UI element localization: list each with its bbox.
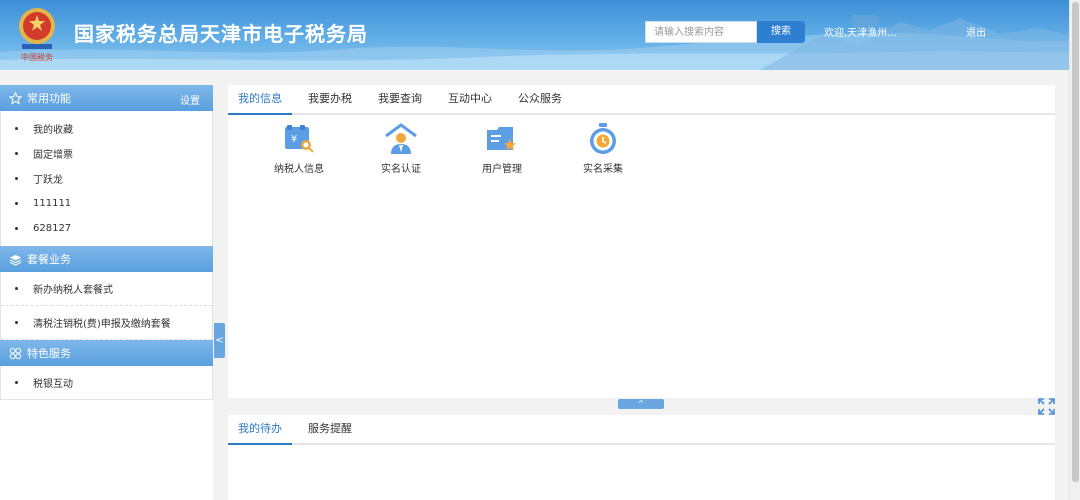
- real-name-auth-icon: [385, 123, 417, 154]
- main-info-panel: 我的信息 我要办税 我要查询 互动中心 公众服务 ¥ 纳税人信息 实名认证 用户…: [228, 85, 1055, 398]
- bullet-icon: [15, 152, 18, 155]
- top-banner: 中国税务 国家税务总局天津市电子税务局 搜索 欢迎,天津渔州... 退出: [0, 0, 1080, 70]
- sidebar-collapse-toggle[interactable]: <: [214, 323, 225, 358]
- package-business-header[interactable]: 套餐业务: [0, 246, 213, 272]
- fullscreen-expand-icon[interactable]: [1038, 398, 1055, 415]
- user-management-label: 用户管理: [482, 164, 522, 175]
- tab-query[interactable]: 我要查询: [368, 85, 432, 113]
- settings-link[interactable]: 设置: [180, 92, 200, 107]
- star-icon: [8, 91, 22, 105]
- package-business-title: 套餐业务: [27, 253, 71, 266]
- app-grid: ¥ 纳税人信息 实名认证 用户管理 实名采集: [228, 122, 1055, 182]
- taxpayer-info-app[interactable]: ¥ 纳税人信息: [264, 122, 334, 175]
- bullet-icon: [15, 321, 18, 324]
- tab-interaction-center[interactable]: 互动中心: [438, 85, 502, 113]
- logout-link[interactable]: 退出: [966, 24, 986, 39]
- list-item[interactable]: 丁跃龙: [1, 166, 212, 191]
- search-input[interactable]: [645, 21, 757, 43]
- common-functions-header: 常用功能 设置: [0, 85, 213, 111]
- taxpayer-info-icon: ¥: [285, 125, 314, 153]
- sidebar: 常用功能 设置 我的收藏 固定增票 丁跃龙 111111 628127 套餐业务…: [0, 85, 213, 500]
- list-item[interactable]: 我的收藏: [1, 116, 212, 141]
- grid-icon: [8, 346, 22, 360]
- bullet-icon: [15, 227, 18, 230]
- scrollbar-thumb[interactable]: [1072, 2, 1079, 482]
- taxpayer-info-label: 纳税人信息: [274, 164, 324, 175]
- welcome-user-text: 欢迎,天津渔州...: [824, 28, 897, 39]
- bottom-tab-bar: 我的待办 服务提醒: [228, 415, 1055, 445]
- main-tab-bar: 我的信息 我要办税 我要查询 互动中心 公众服务: [228, 85, 1055, 115]
- user-management-icon: [487, 127, 516, 151]
- bullet-icon: [15, 177, 18, 180]
- list-item[interactable]: 111111: [1, 191, 212, 216]
- layers-icon: [8, 252, 22, 266]
- bullet-icon: [15, 287, 18, 290]
- tab-my-todo[interactable]: 我的待办: [228, 415, 292, 445]
- real-name-auth-app[interactable]: 实名认证: [366, 122, 436, 175]
- special-services-list: 税银互动: [0, 366, 213, 400]
- tab-service-reminder[interactable]: 服务提醒: [298, 415, 362, 443]
- special-services-title: 特色服务: [27, 347, 71, 360]
- tab-public-service[interactable]: 公众服务: [508, 85, 572, 113]
- bullet-icon: [15, 381, 18, 384]
- user-management-app[interactable]: 用户管理: [467, 122, 537, 175]
- svg-text:¥: ¥: [291, 134, 297, 145]
- real-name-collect-icon: [590, 123, 616, 154]
- tax-emblem-logo: 中国税务: [19, 8, 55, 62]
- real-name-auth-label: 实名认证: [381, 164, 421, 175]
- bullet-icon: [15, 202, 18, 205]
- common-functions-title: 常用功能: [27, 92, 71, 105]
- bullet-icon: [15, 127, 18, 130]
- list-item[interactable]: 税银互动: [1, 366, 212, 400]
- list-item[interactable]: 固定增票: [1, 141, 212, 166]
- svg-text:中国税务: 中国税务: [21, 52, 53, 62]
- search-button[interactable]: 搜索: [757, 21, 805, 43]
- package-business-list: 新办纳税人套餐式 清税注销税(费)申报及缴纳套餐: [0, 272, 213, 340]
- list-item[interactable]: 新办纳税人套餐式: [1, 272, 212, 306]
- list-item[interactable]: 清税注销税(费)申报及缴纳套餐: [1, 306, 212, 340]
- tab-tax-handling[interactable]: 我要办税: [298, 85, 362, 113]
- common-functions-list: 我的收藏 固定增票 丁跃龙 111111 628127: [0, 111, 213, 246]
- list-item[interactable]: 628127: [1, 216, 212, 241]
- real-name-collect-app[interactable]: 实名采集: [568, 122, 638, 175]
- panel-collapse-button[interactable]: ^: [618, 399, 664, 409]
- special-services-header[interactable]: 特色服务: [0, 340, 213, 366]
- todo-panel: 我的待办 服务提醒: [228, 415, 1055, 500]
- real-name-collect-label: 实名采集: [583, 164, 623, 175]
- site-title: 国家税务总局天津市电子税务局: [74, 22, 368, 46]
- tab-my-info[interactable]: 我的信息: [228, 85, 292, 115]
- page-scrollbar[interactable]: [1069, 0, 1080, 500]
